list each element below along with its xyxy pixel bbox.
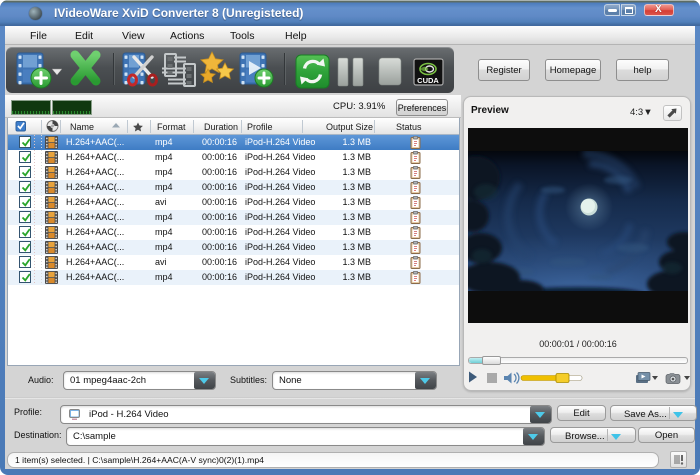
- svg-text:CUDA: CUDA: [417, 76, 439, 85]
